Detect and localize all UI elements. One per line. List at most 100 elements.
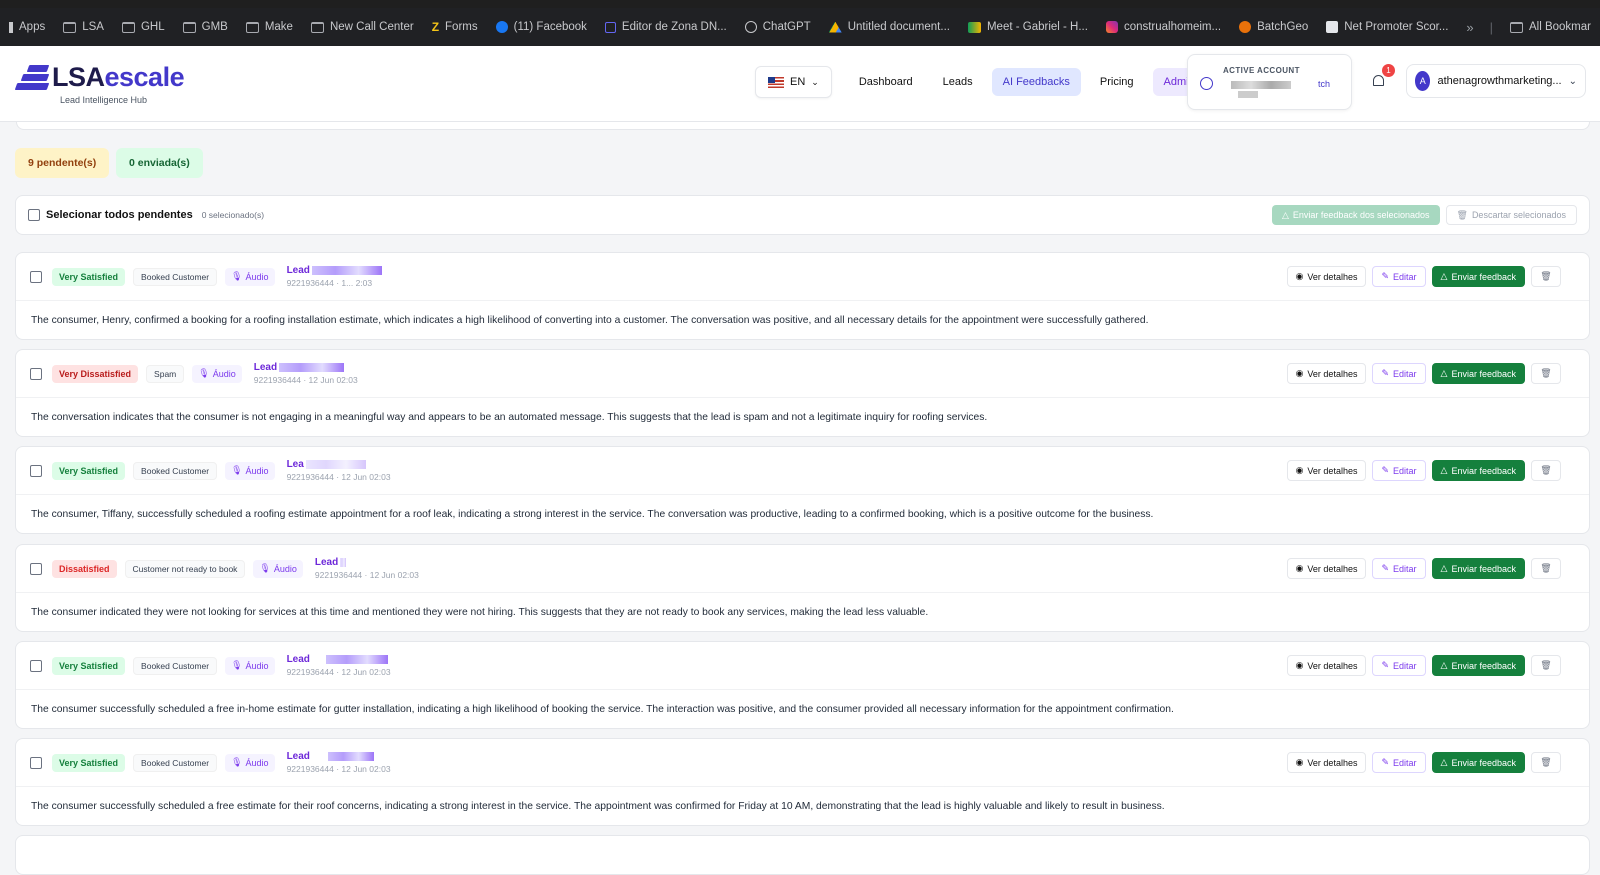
bookmark-chatgpt[interactable]: ChatGPT: [736, 8, 820, 46]
details-button[interactable]: ◉ Ver detalhes: [1286, 655, 1367, 676]
card-checkbox[interactable]: [30, 659, 42, 672]
bookmark-untitled-doc[interactable]: Untitled document...: [820, 8, 959, 46]
category-badge: Booked Customer: [133, 656, 218, 675]
account-id-redacted: [1238, 91, 1258, 98]
lead-info[interactable]: Lead 9221936444 · 12 Jun 02:03: [254, 362, 358, 385]
send-selected-button[interactable]: △ Enviar feedback dos selecionados: [1271, 205, 1440, 225]
delete-button[interactable]: 🗑: [1531, 363, 1561, 384]
send-feedback-button[interactable]: △ Enviar feedback: [1431, 655, 1525, 676]
delete-button[interactable]: 🗑: [1531, 266, 1561, 287]
trash-icon: 🗑: [1540, 563, 1552, 573]
category-badge: Customer not ready to book: [124, 559, 246, 578]
bookmarks-overflow-button[interactable]: »: [1458, 20, 1481, 35]
bookmark-label: Forms: [445, 21, 478, 33]
bookmark-label: (11) Facebook: [513, 21, 587, 33]
browser-top-bar: [0, 0, 1600, 8]
bookmark-new-call-center[interactable]: New Call Center: [302, 8, 423, 46]
send-feedback-button[interactable]: △ Enviar feedback: [1431, 460, 1525, 481]
details-button[interactable]: ◉ Ver detalhes: [1286, 752, 1367, 773]
trash-icon: 🗑: [1456, 209, 1468, 220]
language-label: EN: [790, 76, 806, 88]
card-checkbox[interactable]: [30, 756, 42, 769]
lead-info[interactable]: Lead 9221936444 · 1... 2:03: [287, 265, 382, 288]
user-menu[interactable]: A athenagrowthmarketing... ⌄: [1406, 64, 1586, 98]
lead-info[interactable]: Lea 9221936444 · 12 Jun 02:03: [287, 459, 391, 482]
edit-button[interactable]: ✎ Editar: [1372, 655, 1426, 676]
bookmark-apps[interactable]: Apps: [0, 8, 54, 46]
edit-button[interactable]: ✎ Editar: [1372, 752, 1426, 773]
bookmark-instagram[interactable]: construalhomeim...: [1097, 8, 1230, 46]
audio-badge[interactable]: 🎙 Áudio: [225, 461, 275, 480]
edit-button[interactable]: ✎ Editar: [1372, 266, 1426, 287]
lead-info[interactable]: Lead 9221936444 · 12 Jun 02:03: [287, 751, 391, 774]
card-checkbox[interactable]: [30, 562, 42, 575]
bookmark-facebook[interactable]: (11) Facebook: [487, 8, 596, 46]
audio-badge[interactable]: 🎙 Áudio: [192, 364, 242, 383]
pencil-icon: ✎: [1381, 271, 1390, 281]
send-icon: △: [1440, 271, 1448, 281]
notifications-button[interactable]: 1: [1370, 64, 1395, 90]
switch-account-link[interactable]: tch: [1318, 79, 1330, 89]
delete-button[interactable]: 🗑: [1531, 752, 1561, 773]
details-label: Ver detalhes: [1307, 271, 1358, 282]
audio-badge[interactable]: 🎙 Áudio: [225, 267, 275, 286]
bookmark-editor[interactable]: Editor de Zona DN...: [596, 8, 736, 46]
active-account-switcher[interactable]: ACTIVE ACCOUNT tch: [1187, 54, 1352, 110]
card-checkbox[interactable]: [30, 464, 42, 477]
pending-count-badge[interactable]: 9 pendente(s): [15, 148, 110, 178]
bookmark-label: Editor de Zona DN...: [621, 21, 727, 33]
audio-badge[interactable]: 🎙 Áudio: [253, 559, 303, 578]
send-feedback-button[interactable]: △ Enviar feedback: [1431, 266, 1525, 287]
edit-button[interactable]: ✎ Editar: [1372, 558, 1426, 579]
send-feedback-button[interactable]: △ Enviar feedback: [1431, 558, 1525, 579]
details-button[interactable]: ◉ Ver detalhes: [1286, 460, 1367, 481]
pencil-icon: ✎: [1381, 757, 1390, 767]
logo[interactable]: LSAescale Lead Intelligence Hub: [14, 62, 216, 105]
send-feedback-button[interactable]: △ Enviar feedback: [1431, 363, 1525, 384]
bookmark-batchgeo[interactable]: BatchGeo: [1230, 8, 1317, 46]
nav-leads[interactable]: Leads: [932, 68, 984, 96]
lead-info[interactable]: Lead 9221936444 · 12 Jun 02:03: [315, 557, 419, 580]
details-button[interactable]: ◉ Ver detalhes: [1286, 558, 1367, 579]
delete-button[interactable]: 🗑: [1531, 655, 1561, 676]
category-badge: Booked Customer: [133, 267, 218, 286]
bookmark-lsa[interactable]: LSA: [54, 8, 113, 46]
edit-button[interactable]: ✎ Editar: [1372, 460, 1426, 481]
audio-badge[interactable]: 🎙 Áudio: [225, 656, 275, 675]
discard-selected-button[interactable]: 🗑 Descartar selecionados: [1445, 205, 1577, 225]
eye-icon: ◉: [1295, 465, 1304, 475]
microphone-icon: 🎙: [231, 757, 243, 767]
details-button[interactable]: ◉ Ver detalhes: [1286, 266, 1367, 287]
bookmark-nps[interactable]: Net Promoter Scor...: [1317, 8, 1457, 46]
language-selector[interactable]: EN ⌄: [755, 66, 832, 98]
bookmark-make[interactable]: Make: [237, 8, 302, 46]
audio-badge[interactable]: 🎙 Áudio: [225, 753, 275, 772]
details-button[interactable]: ◉ Ver detalhes: [1286, 363, 1367, 384]
nav-dashboard[interactable]: Dashboard: [848, 68, 924, 96]
edit-button[interactable]: ✎ Editar: [1372, 363, 1426, 384]
microphone-icon: 🎙: [259, 563, 271, 573]
logo-main-text: LSA: [52, 62, 105, 92]
select-all-checkbox[interactable]: [28, 209, 40, 221]
lead-info[interactable]: Lead 9221936444 · 12 Jun 02:03: [287, 654, 391, 677]
bookmark-forms[interactable]: Z Forms: [423, 8, 487, 46]
delete-button[interactable]: 🗑: [1531, 558, 1561, 579]
facebook-icon: [495, 21, 508, 33]
notification-count-badge: 1: [1382, 64, 1395, 77]
bookmark-label: Meet - Gabriel - H...: [986, 21, 1088, 33]
all-bookmarks[interactable]: All Bookmar: [1501, 21, 1600, 33]
bookmark-meet[interactable]: Meet - Gabriel - H...: [959, 8, 1097, 46]
delete-button[interactable]: 🗑: [1531, 460, 1561, 481]
send-feedback-button[interactable]: △ Enviar feedback: [1431, 752, 1525, 773]
sent-count-badge[interactable]: 0 enviada(s): [116, 148, 203, 178]
satisfaction-badge: Very Satisfied: [52, 461, 126, 480]
pencil-icon: ✎: [1381, 465, 1390, 475]
bookmark-ghl[interactable]: GHL: [113, 8, 174, 46]
card-checkbox[interactable]: [30, 367, 42, 380]
nav-ai-feedbacks[interactable]: AI Feedbacks: [991, 68, 1081, 96]
card-checkbox[interactable]: [30, 270, 42, 283]
nav-pricing[interactable]: Pricing: [1089, 68, 1145, 96]
feedback-card-partial: [15, 835, 1590, 875]
edit-label: Editar: [1393, 757, 1417, 768]
bookmark-gmb[interactable]: GMB: [174, 8, 237, 46]
